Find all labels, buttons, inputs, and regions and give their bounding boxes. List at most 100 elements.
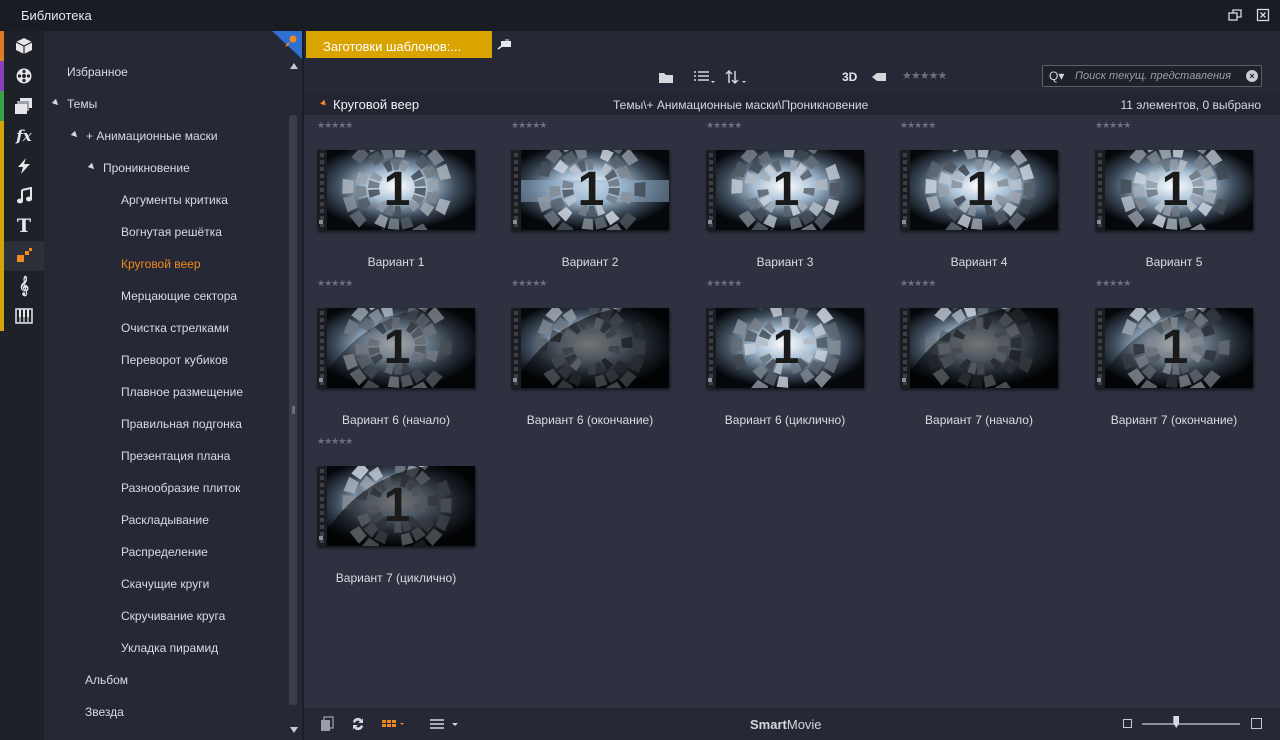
thumbnail-label: Вариант 7 (окончание) [1110,413,1238,427]
template-preview-image[interactable]: 1 [706,150,864,230]
template-thumbnail-item[interactable]: ★★★★★ Вариант 7 (начало) [887,273,1081,431]
tree-scroll-up-arrow[interactable] [290,63,298,69]
template-thumbnail-item[interactable]: ★★★★★ 1 Вариант 6 (начало) [304,273,498,431]
template-blocks-icon [14,247,34,265]
rating-stars[interactable]: ★★★★★ [317,436,353,447]
tab-bar: Заготовки шаблонов:... [304,31,1280,60]
tree-item-favorites[interactable]: Избранное [67,65,128,83]
template-thumbnail-item[interactable]: ★★★★★ Вариант 6 (окончание) [498,273,692,431]
category-treble-clef[interactable]: 𝄞 [0,271,44,301]
category-title-t[interactable]: T [0,211,44,241]
category-lightning[interactable] [0,151,44,181]
tree-item-star[interactable]: Звезда [85,705,124,723]
tree-item-penetration[interactable]: Проникновение [87,161,190,179]
tree-item-theme[interactable]: Аргументы критика [121,193,228,211]
tree-item-theme[interactable]: Очистка стрелками [121,321,229,339]
expand-triangle-icon[interactable] [70,130,80,140]
template-thumbnail-item[interactable]: ★★★★★ 1 Вариант 5 [1082,115,1276,273]
template-preview-image[interactable] [511,308,669,388]
details-view-icon[interactable] [428,716,460,732]
template-preview-image[interactable]: 1 [706,308,864,388]
undock-icon[interactable] [1228,8,1242,22]
rating-stars[interactable]: ★★★★★ [1095,120,1131,131]
3d-filter-button[interactable]: 3D [842,70,857,84]
template-thumbnail-item[interactable]: ★★★★★ 1 Вариант 2 [498,115,692,273]
view-list-icon[interactable] [693,69,717,85]
rating-stars[interactable]: ★★★★★ [317,278,353,289]
collapse-triangle-icon[interactable] [320,99,328,108]
tree-item-theme[interactable]: Раскладывание [121,513,209,531]
rating-filter[interactable]: ★★★★★ [902,69,947,82]
zoom-in-icon[interactable] [1251,718,1262,729]
rating-stars[interactable]: ★★★★★ [511,278,547,289]
expand-triangle-icon[interactable] [51,98,61,108]
tree-item-animation-masks[interactable]: + Анимационные маски [70,129,218,147]
category-photo-stack[interactable] [0,91,44,121]
tab-template-presets[interactable]: Заготовки шаблонов:... [306,31,492,58]
fx-icon: fx [16,127,32,145]
tree-item-theme[interactable]: Круговой веер [121,257,201,275]
tree-item-theme[interactable]: Плавное размещение [121,385,243,403]
tree-scroll-down-arrow[interactable] [290,727,298,733]
folder-icon[interactable] [657,69,675,85]
tree-item-themes[interactable]: Темы [51,97,97,115]
category-piano[interactable] [0,301,44,331]
sort-icon[interactable] [724,69,748,85]
template-preview-image[interactable]: 1 [1095,150,1253,230]
rating-stars[interactable]: ★★★★★ [900,278,936,289]
panel-resize-grip[interactable] [292,406,295,414]
category-template-blocks[interactable] [0,241,44,271]
copy-pages-icon[interactable] [319,716,337,732]
tag-filter-icon[interactable] [870,69,888,85]
rating-stars[interactable]: ★★★★★ [900,120,936,131]
category-fx[interactable]: fx [0,121,44,151]
template-preview-image[interactable]: 1 [900,150,1058,230]
template-preview-image[interactable]: 1 [511,150,669,230]
refresh-icon[interactable] [349,716,367,732]
template-thumbnail-item[interactable]: ★★★★★ 1 Вариант 7 (окончание) [1082,273,1276,431]
tree-item-theme[interactable]: Укладка пирамид [121,641,218,659]
template-thumbnail-item[interactable]: ★★★★★ 1 Вариант 1 [304,115,498,273]
tree-item-theme[interactable]: Вогнутая решётка [121,225,222,243]
tree-item-theme[interactable]: Правильная подгонка [121,417,242,435]
rating-stars[interactable]: ★★★★★ [706,120,742,131]
template-preview-image[interactable]: 1 [317,308,475,388]
template-thumbnail-item[interactable]: ★★★★★ 1 Вариант 3 [693,115,887,273]
tree-item-theme[interactable]: Распределение [121,545,208,563]
template-preview-image[interactable]: 1 [317,466,475,546]
category-box[interactable] [0,31,44,61]
tree-item-theme[interactable]: Презентация плана [121,449,230,467]
template-thumbnail-item[interactable]: ★★★★★ 1 Вариант 6 (циклично) [693,273,887,431]
tree-item-theme[interactable]: Переворот кубиков [121,353,228,371]
template-preview-image[interactable]: 1 [1095,308,1253,388]
clear-search-icon[interactable]: × [1246,70,1258,82]
rating-stars[interactable]: ★★★★★ [317,120,353,131]
expand-triangle-icon[interactable] [87,162,97,172]
thumbnail-size-slider[interactable] [1142,723,1240,725]
template-preview-image[interactable]: 1 [317,150,475,230]
add-tab-pin-icon[interactable] [497,38,513,52]
smartmovie-button[interactable]: SmartMovie [750,717,822,732]
search-icon[interactable]: Q▾ [1049,69,1064,83]
search-input[interactable] [1075,68,1245,84]
tree-item-theme[interactable]: Скручивание круга [121,609,225,627]
rating-stars[interactable]: ★★★★★ [1095,278,1131,289]
category-color-bar [0,31,4,61]
template-thumbnail-item[interactable]: ★★★★★ 1 Вариант 7 (циклично) [304,431,498,589]
template-thumbnail-item[interactable]: ★★★★★ 1 Вариант 4 [887,115,1081,273]
slider-handle[interactable] [1173,716,1180,728]
template-preview-image[interactable] [900,308,1058,388]
close-panel-icon[interactable] [1256,8,1270,22]
rating-stars[interactable]: ★★★★★ [706,278,742,289]
rating-stars[interactable]: ★★★★★ [511,120,547,131]
grid-view-icon[interactable] [381,716,407,732]
pin-corner-icon[interactable] [272,31,302,59]
tree-item-album[interactable]: Альбом [85,673,128,691]
category-music-note[interactable] [0,181,44,211]
category-film-reel[interactable] [0,61,44,91]
tree-item-theme[interactable]: Разнообразие плиток [121,481,240,499]
search-box[interactable]: Q▾ × [1042,65,1262,87]
tree-item-theme[interactable]: Скачущие круги [121,577,209,595]
tree-item-theme[interactable]: Мерцающие сектора [121,289,237,307]
zoom-out-icon[interactable] [1123,719,1132,728]
